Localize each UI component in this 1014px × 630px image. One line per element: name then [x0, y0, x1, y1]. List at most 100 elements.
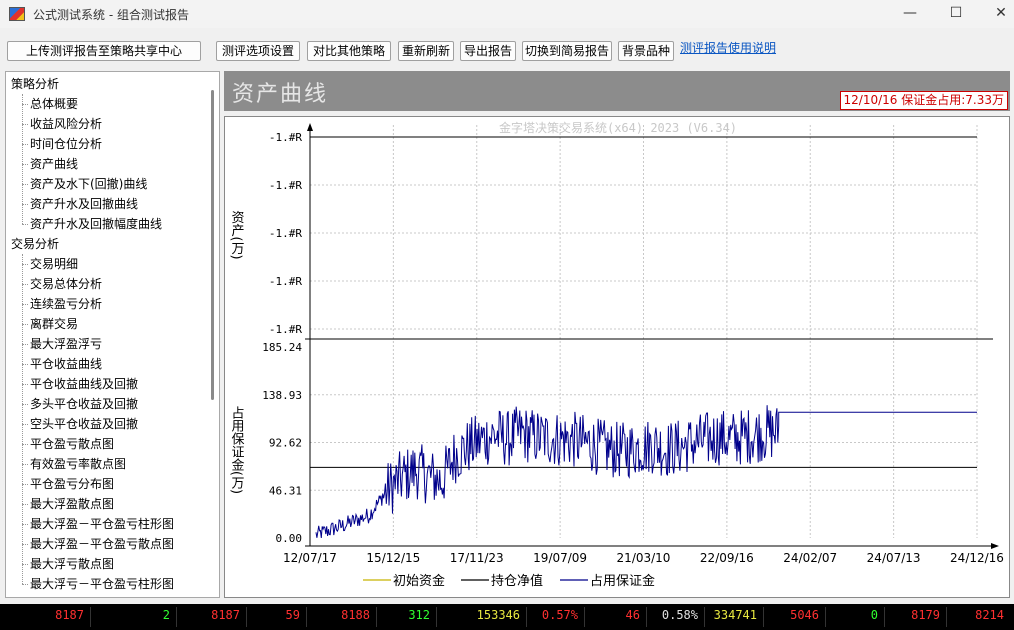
x-tick-label: 17/11/23: [450, 551, 504, 565]
tree-item[interactable]: 时间仓位分析: [21, 134, 102, 154]
tree-connector: [22, 94, 23, 224]
tree-item[interactable]: 最大浮盈－平仓盈亏散点图: [21, 534, 174, 554]
compare-strategies-button[interactable]: 对比其他策略: [307, 41, 391, 61]
quote-separator: [246, 607, 247, 627]
top-y-tick-label: -1.#R: [269, 275, 302, 288]
top-y-tick-label: -1.#R: [269, 179, 302, 192]
quote-strip: 8187 2 8187 59 8188 312 153346 0.57% 46 0.58% 3347…: [0, 604, 1014, 630]
quote-cell: 8179: [911, 608, 940, 622]
tree-item[interactable]: 资产升水及回撤幅度曲线: [21, 214, 162, 234]
quote-cell: 5046: [790, 608, 819, 622]
quote-separator: [884, 607, 885, 627]
x-tick-label: 12/07/17: [283, 551, 337, 565]
quote-cell: 8187: [211, 608, 240, 622]
tree-item[interactable]: 空头平仓收益及回撤: [21, 414, 138, 434]
tree-item[interactable]: 交易明细: [21, 254, 78, 274]
upload-report-button[interactable]: 上传测评报告至策略共享中心: [7, 41, 201, 61]
x-tick-label: 22/09/16: [700, 551, 754, 565]
tree-item[interactable]: 有效盈亏率散点图: [21, 454, 126, 474]
tree-item[interactable]: 平仓盈亏分布图: [21, 474, 114, 494]
tree-item[interactable]: 收益风险分析: [21, 114, 102, 134]
quote-separator: [825, 607, 826, 627]
quote-separator: [704, 607, 705, 627]
tree-item[interactable]: 最大浮亏散点图: [21, 554, 114, 574]
bottom-y-tick-label: 46.31: [269, 484, 302, 497]
quote-separator: [306, 607, 307, 627]
tree-item[interactable]: 资产及水下(回撤)曲线: [21, 174, 147, 194]
simple-report-button[interactable]: 切换到简易报告: [522, 41, 612, 61]
bottom-y-axis-label: 占用保证金(万): [229, 406, 245, 494]
bottom-y-tick-label: 0.00: [276, 532, 303, 545]
tree-item[interactable]: 平仓盈亏散点图: [21, 434, 114, 454]
tree-item[interactable]: 连续盈亏分析: [21, 294, 102, 314]
chart-watermark: 金字塔决策交易系统(x64) 2023 (V6.34): [499, 120, 737, 135]
quote-separator: [763, 607, 764, 627]
bottom-y-tick-label: 138.93: [262, 389, 302, 402]
tree-item[interactable]: 多头平仓收益及回撤: [21, 394, 138, 414]
x-tick-label: 24/07/13: [867, 551, 921, 565]
window-title: 公式测试系统 - 组合测试报告: [33, 8, 189, 22]
report-header: 资产曲线 12/10/16 保证金占用:7.33万: [224, 71, 1010, 111]
app-logo-icon: [9, 7, 25, 21]
toolbar: 上传测评报告至策略共享中心 测评选项设置 对比其他策略 重新刷新 导出报告 切换…: [0, 36, 1014, 64]
quote-separator: [176, 607, 177, 627]
refresh-button[interactable]: 重新刷新: [398, 41, 454, 61]
tree-item[interactable]: 最大浮盈浮亏: [21, 334, 102, 354]
report-help-link[interactable]: 测评报告使用说明: [680, 39, 776, 56]
close-button[interactable]: ✕: [978, 0, 1014, 28]
tree-item[interactable]: 交易总体分析: [21, 274, 102, 294]
x-tick-label: 21/03/10: [617, 551, 671, 565]
quote-cell: 0: [870, 608, 878, 622]
quote-separator: [526, 607, 527, 627]
tree-item[interactable]: 平仓收益曲线: [21, 354, 102, 374]
quote-separator: [376, 607, 377, 627]
sidebar-tree: 策略分析 总体概要 收益风险分析 时间仓位分析 资产曲线 资产及水下(回撤)曲线 资产升水及…: [5, 71, 220, 598]
sidebar-scrollbar[interactable]: [211, 90, 214, 400]
quote-cell: 0.58%: [661, 608, 698, 622]
legend-label: 初始资金: [393, 573, 445, 589]
quote-cell: 153346: [476, 608, 520, 622]
background-symbol-button[interactable]: 背景品种: [618, 41, 674, 61]
x-tick-label: 24/02/07: [783, 551, 837, 565]
quote-separator: [946, 607, 947, 627]
y-axis-arrow-icon: [307, 123, 313, 131]
tree-item[interactable]: 资产曲线: [21, 154, 78, 174]
legend-label: 持仓净值: [491, 573, 543, 589]
export-report-button[interactable]: 导出报告: [460, 41, 516, 61]
tree-item[interactable]: 最大浮盈散点图: [21, 494, 114, 514]
margin-status-badge: 12/10/16 保证金占用:7.33万: [839, 91, 1008, 110]
top-y-tick-label: -1.#R: [269, 131, 302, 144]
quote-cell: 312: [408, 608, 430, 622]
x-tick-label: 24/12/16: [950, 551, 1004, 565]
tree-item[interactable]: 平仓收益曲线及回撤: [21, 374, 138, 394]
quote-cell: 46: [625, 608, 640, 622]
quote-cell: 8214: [975, 608, 1004, 622]
tree-item[interactable]: 最大浮亏－平仓盈亏柱形图: [21, 574, 174, 594]
top-y-tick-label: -1.#R: [269, 323, 302, 336]
title-bar: 公式测试系统 - 组合测试报告 — ☐ ✕: [0, 0, 1014, 28]
top-y-tick-label: -1.#R: [269, 227, 302, 240]
quote-cell: 8188: [341, 608, 370, 622]
page-title: 资产曲线: [232, 82, 329, 107]
tree-item[interactable]: 资产升水及回撤曲线: [21, 194, 138, 214]
tree-item[interactable]: 离群交易: [21, 314, 78, 334]
tree-group[interactable]: 交易分析: [11, 234, 59, 254]
x-axis-arrow-icon: [991, 543, 999, 549]
quote-separator: [646, 607, 647, 627]
quote-cell: 0.57%: [541, 608, 578, 622]
margin-series-line: [315, 405, 977, 539]
test-options-button[interactable]: 测评选项设置: [216, 41, 300, 61]
tree-item[interactable]: 总体概要: [21, 94, 78, 114]
chart-svg: 金字塔决策交易系统(x64) 2023 (V6.34) -1.#R -1.#R -1.…: [229, 120, 1004, 589]
quote-cell: 334741: [713, 608, 757, 622]
tree-item[interactable]: 最大浮盈－平仓盈亏柱形图: [21, 514, 174, 534]
quote-separator: [584, 607, 585, 627]
tree-group[interactable]: 策略分析: [11, 74, 59, 94]
x-tick-label: 15/12/15: [366, 551, 420, 565]
tree-connector: [22, 254, 23, 584]
bottom-y-tick-label: 185.24: [262, 341, 302, 354]
legend-label: 占用保证金: [590, 573, 655, 589]
maximize-button[interactable]: ☐: [933, 0, 979, 28]
quote-separator: [436, 607, 437, 627]
minimize-button[interactable]: —: [887, 0, 933, 28]
